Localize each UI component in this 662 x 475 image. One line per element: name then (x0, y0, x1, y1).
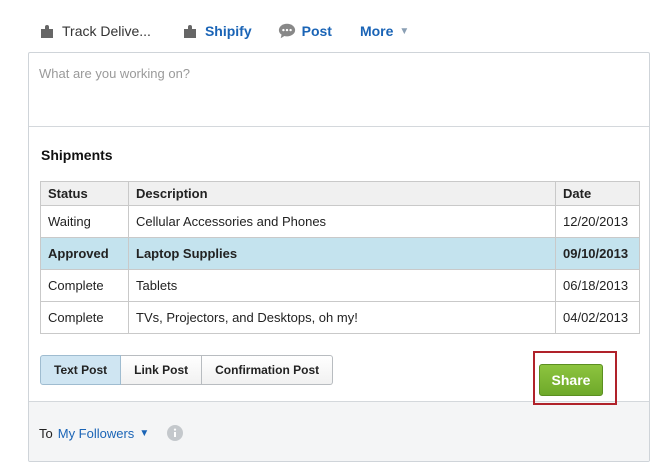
post-type-group: Text Post Link Post Confirmation Post (40, 355, 334, 385)
shipments-title: Shipments (41, 147, 113, 163)
link-post-button[interactable]: Link Post (121, 355, 203, 385)
publisher-footer: To My Followers ▼ (29, 401, 649, 461)
column-header-date: Date (555, 181, 640, 206)
tab-more[interactable]: More ▼ (360, 23, 409, 39)
cell-date: 06/18/2013 (555, 269, 640, 302)
cell-date: 12/20/2013 (555, 205, 640, 238)
share-button[interactable]: Share (539, 364, 603, 396)
table-header-row: Status Description Date (40, 181, 640, 206)
cell-description: Cellular Accessories and Phones (128, 205, 556, 238)
tab-shipify[interactable]: Shipify (181, 22, 252, 40)
tab-label: Track Delive... (62, 23, 151, 39)
cell-description: Tablets (128, 269, 556, 302)
column-header-status: Status (40, 181, 129, 206)
table-row[interactable]: Waiting Cellular Accessories and Phones … (40, 205, 640, 238)
cell-status: Waiting (40, 205, 129, 238)
cell-status: Approved (40, 237, 129, 270)
shipments-table: Status Description Date Waiting Cellular… (40, 181, 640, 334)
cell-status: Complete (40, 301, 129, 334)
audience-selector: To My Followers ▼ (39, 425, 184, 441)
text-post-button[interactable]: Text Post (40, 355, 122, 385)
cell-date: 04/02/2013 (555, 301, 640, 334)
cell-status: Complete (40, 269, 129, 302)
caret-down-icon[interactable]: ▼ (139, 428, 149, 439)
tab-label: Post (301, 23, 332, 39)
caret-down-icon: ▼ (399, 25, 410, 37)
audience-dropdown[interactable]: My Followers (58, 426, 135, 441)
column-header-description: Description (128, 181, 556, 206)
tab-label: Shipify (204, 23, 252, 39)
tab-label: More (359, 23, 394, 39)
puzzle-piece-icon (181, 22, 199, 40)
tab-track-delivery[interactable]: Track Delive... (38, 22, 151, 40)
tab-post[interactable]: Post (278, 22, 332, 40)
cell-description: Laptop Supplies (128, 237, 556, 270)
info-icon[interactable] (167, 425, 184, 441)
publisher-tabs: Track Delive... Shipify Post More ▼ (38, 20, 409, 42)
to-label: To (39, 425, 53, 441)
speech-bubble-icon (278, 22, 296, 40)
confirmation-post-button[interactable]: Confirmation Post (202, 355, 334, 385)
cell-date: 09/10/2013 (555, 237, 640, 270)
cell-description: TVs, Projectors, and Desktops, oh my! (128, 301, 556, 334)
post-text-input[interactable]: What are you working on? (29, 53, 649, 127)
table-row[interactable]: Complete Tablets 06/18/2013 (40, 269, 640, 302)
table-row[interactable]: Complete TVs, Projectors, and Desktops, … (40, 301, 640, 334)
puzzle-piece-icon (38, 22, 56, 40)
table-row-selected[interactable]: Approved Laptop Supplies 09/10/2013 (40, 237, 640, 270)
